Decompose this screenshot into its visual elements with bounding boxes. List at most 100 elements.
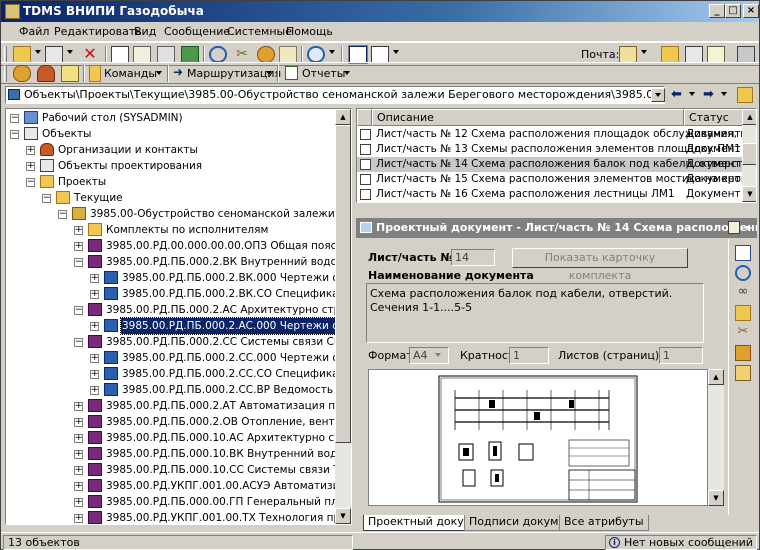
archive-icon[interactable] bbox=[735, 365, 751, 381]
collapse-icon[interactable]: − bbox=[42, 194, 51, 203]
outbox-icon[interactable] bbox=[661, 46, 679, 63]
find-icon[interactable] bbox=[307, 46, 325, 63]
expand-icon[interactable]: + bbox=[74, 434, 83, 443]
scroll-up-button[interactable]: ▲ bbox=[708, 369, 724, 385]
document-name-field[interactable]: Схема расположения балок под кабели, отв… bbox=[366, 283, 704, 343]
properties-icon[interactable] bbox=[279, 46, 297, 63]
refresh-icon[interactable] bbox=[181, 46, 199, 63]
menu-file[interactable]: Файл bbox=[19, 25, 49, 38]
icon-column-header[interactable] bbox=[357, 109, 372, 126]
close-button[interactable]: × bbox=[743, 4, 759, 18]
preview-scrollbar[interactable]: ▲ ▼ bbox=[708, 369, 724, 506]
expand-icon[interactable]: + bbox=[90, 322, 99, 331]
chevron-down-icon[interactable] bbox=[329, 50, 335, 54]
zoom-icon[interactable] bbox=[735, 265, 751, 281]
scroll-thumb[interactable] bbox=[742, 143, 756, 165]
expand-icon[interactable]: + bbox=[90, 290, 99, 299]
reports-button[interactable]: Отчеты bbox=[302, 67, 345, 80]
back-arrow-icon[interactable]: ⬅ bbox=[671, 87, 682, 102]
chevron-down-icon[interactable] bbox=[67, 50, 73, 54]
expand-icon[interactable]: + bbox=[26, 162, 35, 171]
folder-up-icon[interactable] bbox=[737, 87, 753, 103]
users-icon[interactable] bbox=[37, 65, 55, 82]
search-icon[interactable] bbox=[209, 46, 227, 63]
expand-icon[interactable]: + bbox=[74, 514, 83, 523]
user-icon[interactable] bbox=[13, 65, 31, 82]
globe-icon[interactable] bbox=[257, 46, 275, 63]
link-icon[interactable]: ∞ bbox=[735, 285, 751, 301]
copy-icon[interactable] bbox=[111, 46, 129, 63]
chevron-down-icon[interactable] bbox=[641, 50, 647, 54]
scroll-down-button[interactable]: ▼ bbox=[708, 490, 724, 506]
list-scrollbar[interactable]: ▲ ▼ bbox=[742, 109, 756, 202]
menu-system[interactable]: Системные bbox=[227, 25, 292, 38]
multiplicity-field[interactable]: 1 bbox=[509, 347, 549, 364]
drawing-preview[interactable] bbox=[368, 369, 708, 506]
view-list-icon[interactable] bbox=[348, 45, 368, 64]
exit-icon[interactable] bbox=[737, 46, 755, 63]
list-row[interactable]: Лист/часть № 13 Схемы расположения элеме… bbox=[357, 142, 742, 157]
expand-icon[interactable]: + bbox=[74, 418, 83, 427]
expand-icon[interactable]: + bbox=[74, 482, 83, 491]
delete-icon[interactable]: ✕ bbox=[81, 46, 99, 63]
chevron-down-icon[interactable] bbox=[689, 92, 695, 96]
paste-icon[interactable] bbox=[133, 46, 151, 63]
collapse-icon[interactable]: − bbox=[10, 130, 19, 139]
format-select[interactable]: A4 bbox=[409, 347, 449, 364]
expand-icon[interactable]: + bbox=[74, 226, 83, 235]
show-card-button[interactable]: Показать карточку комплекта bbox=[512, 248, 688, 282]
edit-icon[interactable] bbox=[61, 65, 79, 82]
chevron-down-icon[interactable] bbox=[35, 50, 41, 54]
menu-view[interactable]: Вид bbox=[134, 25, 156, 38]
sheet-number-field[interactable]: 14 bbox=[451, 249, 495, 266]
scroll-up-button[interactable]: ▲ bbox=[335, 109, 351, 125]
scroll-down-button[interactable]: ▼ bbox=[335, 508, 351, 524]
list-row[interactable]: Лист/часть № 12 Схема расположения площа… bbox=[357, 127, 742, 142]
tools-icon[interactable]: ✂ bbox=[233, 46, 251, 63]
chevron-down-icon[interactable] bbox=[393, 50, 399, 54]
document-list[interactable]: Описание Статус Лист/часть № 12 Схема ра… bbox=[356, 108, 757, 203]
paste-special-icon[interactable] bbox=[157, 46, 175, 63]
menu-message[interactable]: Сообщение bbox=[164, 25, 230, 38]
column-header-description[interactable]: Описание bbox=[372, 109, 684, 126]
mail-icon[interactable] bbox=[619, 46, 637, 63]
collapse-icon[interactable]: − bbox=[10, 114, 19, 123]
address-dropdown-button[interactable] bbox=[651, 88, 665, 102]
expand-icon[interactable]: + bbox=[74, 402, 83, 411]
maximize-button[interactable]: □ bbox=[725, 4, 741, 18]
expand-icon[interactable]: + bbox=[74, 498, 83, 507]
forward-arrow-icon[interactable]: ➡ bbox=[703, 87, 714, 102]
collapse-icon[interactable]: − bbox=[26, 178, 35, 187]
collapse-icon[interactable]: − bbox=[74, 338, 83, 347]
scroll-thumb[interactable] bbox=[335, 125, 351, 443]
open-folder-icon[interactable] bbox=[13, 46, 31, 63]
expand-icon[interactable]: + bbox=[26, 146, 35, 155]
new-object-icon[interactable] bbox=[45, 46, 63, 63]
list-row-selected[interactable]: Лист/часть № 14 Схема расположения балок… bbox=[357, 157, 742, 172]
commands-button[interactable]: Команды bbox=[104, 67, 157, 80]
collapse-icon[interactable]: − bbox=[74, 306, 83, 315]
address-field[interactable]: Объекты\Проекты\Текущие\3985.00-Обустрой… bbox=[5, 86, 665, 104]
expand-icon[interactable]: + bbox=[90, 274, 99, 283]
expand-icon[interactable]: + bbox=[90, 386, 99, 395]
package-icon[interactable] bbox=[735, 345, 751, 361]
scroll-down-button[interactable]: ▼ bbox=[742, 186, 756, 202]
chevron-down-icon[interactable] bbox=[721, 92, 727, 96]
expand-icon[interactable]: + bbox=[74, 466, 83, 475]
list-row[interactable]: Лист/часть № 15 Схема расположения элеме… bbox=[357, 172, 742, 187]
tab-all-attributes[interactable]: Все атрибуты bbox=[559, 515, 649, 531]
menu-edit[interactable]: Редактировать bbox=[54, 25, 142, 38]
panel-menu-icon[interactable] bbox=[728, 221, 740, 234]
compose-icon[interactable] bbox=[685, 46, 703, 63]
expand-icon[interactable]: + bbox=[90, 370, 99, 379]
save-icon[interactable] bbox=[735, 305, 751, 321]
list-row[interactable]: Лист/часть № 16 Схема расположения лестн… bbox=[357, 187, 742, 202]
tools-icon[interactable]: ✂ bbox=[735, 325, 751, 341]
collapse-icon[interactable]: − bbox=[58, 210, 67, 219]
collapse-icon[interactable]: − bbox=[74, 258, 83, 267]
expand-icon[interactable]: + bbox=[74, 242, 83, 251]
view-details-icon[interactable] bbox=[371, 46, 389, 63]
chevron-down-icon[interactable] bbox=[744, 226, 750, 230]
chevron-down-icon[interactable] bbox=[266, 71, 272, 75]
chevron-down-icon[interactable] bbox=[344, 71, 350, 75]
